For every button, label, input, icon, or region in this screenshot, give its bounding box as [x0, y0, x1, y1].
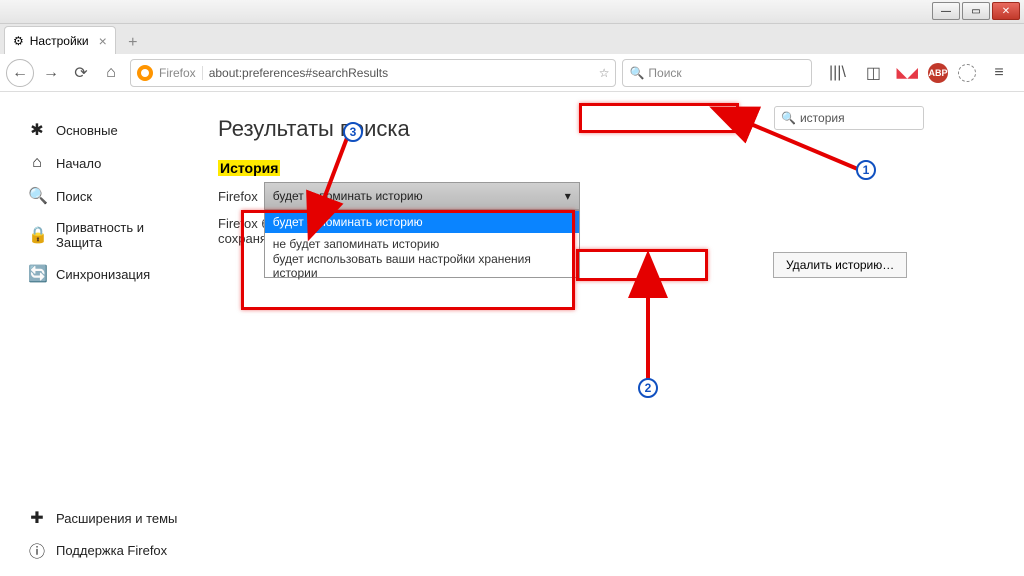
toolbar: ← → ⟳ ⌂ Firefox about:preferences#search… [0, 54, 1024, 92]
pocket-icon[interactable]: ◣◢ [896, 64, 918, 81]
tab-close-icon[interactable]: × [99, 33, 107, 49]
chevron-down-icon: ▾ [565, 189, 571, 203]
sidebar-item-sync[interactable]: 🔄 Синхронизация [28, 264, 190, 284]
tab-title: Настройки [30, 34, 89, 48]
url-text: about:preferences#searchResults [209, 66, 593, 80]
minimize-button[interactable]: — [932, 2, 960, 20]
firefox-icon [137, 65, 153, 81]
history-option-remember[interactable]: будет запоминать историю [265, 211, 579, 233]
urlbar-firefox-label: Firefox [159, 66, 203, 80]
sidebar-item-label: Приватность и Защита [56, 220, 190, 250]
reload-button[interactable]: ⟳ [68, 60, 94, 86]
gear-icon: ⚙ [13, 34, 24, 48]
preferences-search-input[interactable]: 🔍 история [774, 106, 924, 130]
help-icon: ⓘ [28, 538, 46, 562]
forward-button[interactable]: → [38, 60, 64, 86]
delete-history-label: Удалить историю… [786, 258, 894, 272]
sidebar-item-label: Синхронизация [56, 267, 150, 282]
search-icon: 🔍 [781, 111, 796, 125]
search-icon: 🔍 [28, 186, 46, 206]
lock-icon: 🔒 [28, 225, 46, 245]
sidebar-item-home[interactable]: ⌂ Начало [28, 154, 190, 172]
preferences-sidebar: ✱ Основные ⌂ Начало 🔍 Поиск 🔒 Приватност… [0, 92, 190, 576]
maximize-button[interactable]: ▭ [962, 2, 990, 20]
sidebar-icon[interactable]: ◫ [860, 60, 886, 86]
section-history-label: История [218, 160, 280, 176]
close-button[interactable]: ✕ [992, 2, 1020, 20]
library-icon[interactable]: |||\ [824, 60, 850, 86]
search-bar[interactable]: 🔍 Поиск [622, 59, 812, 87]
gear-icon: ✱ [28, 120, 46, 140]
sidebar-item-general[interactable]: ✱ Основные [28, 120, 190, 140]
account-icon[interactable] [958, 64, 976, 82]
sidebar-item-label: Расширения и темы [56, 511, 177, 526]
sidebar-item-privacy[interactable]: 🔒 Приватность и Защита [28, 220, 190, 250]
extensions-link[interactable]: ✚ Расширения и темы [28, 508, 177, 528]
history-mode-dropdown[interactable]: будет запоминать историю ▾ будет запомин… [264, 182, 580, 210]
search-placeholder: Поиск [648, 66, 681, 80]
back-button[interactable]: ← [6, 59, 34, 87]
history-option-custom[interactable]: будет использовать ваши настройки хранен… [265, 255, 579, 277]
tab-settings[interactable]: ⚙ Настройки × [4, 26, 116, 54]
history-row-prefix: Firefox [218, 189, 258, 204]
url-bar[interactable]: Firefox about:preferences#searchResults … [130, 59, 616, 87]
history-dropdown-list: будет запоминать историю не будет запоми… [264, 210, 580, 278]
home-button[interactable]: ⌂ [98, 60, 124, 86]
tab-bar: ⚙ Настройки × + [0, 24, 1024, 54]
preferences-main: 🔍 история Результаты поиска История Fire… [190, 92, 1024, 576]
sync-icon: 🔄 [28, 264, 46, 284]
sidebar-item-label: Начало [56, 156, 101, 171]
window-titlebar: — ▭ ✕ [0, 0, 1024, 24]
menu-icon[interactable]: ≡ [986, 60, 1012, 86]
delete-history-button[interactable]: Удалить историю… [773, 252, 907, 278]
bookmark-star-icon[interactable]: ☆ [599, 66, 610, 80]
select-value: будет запоминать историю [273, 189, 423, 203]
puzzle-icon: ✚ [28, 508, 46, 528]
new-tab-button[interactable]: + [120, 32, 146, 54]
prefs-search-value: история [800, 111, 845, 125]
sidebar-item-search[interactable]: 🔍 Поиск [28, 186, 190, 206]
content-area: ✱ Основные ⌂ Начало 🔍 Поиск 🔒 Приватност… [0, 92, 1024, 576]
home-icon: ⌂ [28, 154, 46, 172]
search-icon: 🔍 [629, 66, 644, 80]
sidebar-item-label: Основные [56, 123, 118, 138]
sidebar-item-label: Поиск [56, 189, 92, 204]
sidebar-item-label: Поддержка Firefox [56, 543, 167, 558]
support-link[interactable]: ⓘ Поддержка Firefox [28, 538, 177, 562]
abp-icon[interactable]: ABP [928, 63, 948, 83]
